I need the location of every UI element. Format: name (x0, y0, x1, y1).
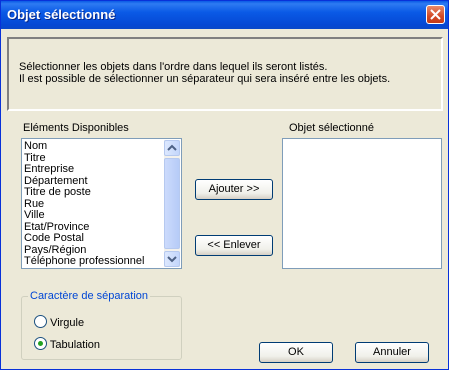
chevron-down-icon (167, 256, 177, 263)
close-button[interactable] (426, 5, 445, 24)
list-item[interactable]: Téléphone professionnel (24, 255, 144, 268)
cancel-button[interactable]: Annuler (355, 342, 429, 363)
available-items-list[interactable]: Nom Titre Entreprise Département Titre de po… (21, 138, 182, 269)
list-item[interactable]: Titre de poste (24, 186, 144, 199)
selected-items-list[interactable] (282, 138, 442, 269)
scroll-thumb[interactable] (164, 158, 180, 249)
separator-group-label: Caractère de séparation (28, 290, 151, 302)
title-bar[interactable]: Objet sélectionné (1, 1, 448, 29)
scroll-up-button[interactable] (164, 140, 180, 156)
selected-items-label: Objet sélectionné (289, 122, 374, 134)
list-item[interactable]: Nom (24, 140, 144, 153)
radio-label: Virgule (50, 317, 85, 329)
chevron-up-icon (167, 144, 177, 151)
info-line-1: Sélectionner les objets dans l'ordre dan… (19, 61, 328, 73)
ok-button[interactable]: OK (259, 342, 333, 363)
dialog-window: Objet sélectionné Sélectionner les objet… (0, 0, 449, 370)
radio-button[interactable] (34, 337, 47, 350)
radio-button[interactable] (34, 315, 47, 328)
radio-tabulation[interactable]: Tabulation (34, 337, 100, 351)
info-panel: Sélectionner les objets dans l'ordre dan… (7, 37, 443, 111)
close-icon (430, 9, 441, 20)
radio-label: Tabulation (49, 339, 101, 351)
scroll-down-button[interactable] (164, 251, 180, 267)
remove-button[interactable]: << Enlever (195, 235, 273, 256)
list-item[interactable]: Entreprise (24, 163, 144, 176)
list-item[interactable]: Ville (24, 209, 144, 222)
info-line-2: Il est possible de sélectionner un sépar… (19, 73, 391, 85)
list-item[interactable]: Code Postal (24, 232, 144, 245)
available-items-label: Eléments Disponibles (23, 122, 129, 134)
dialog-title: Objet sélectionné (7, 7, 116, 22)
add-button[interactable]: Ajouter >> (195, 179, 273, 200)
list-scrollbar[interactable] (164, 140, 180, 267)
radio-checked-dot (38, 341, 43, 346)
separator-group: Caractère de séparation Virgule Tabulati… (21, 290, 182, 360)
radio-virgule[interactable]: Virgule (34, 315, 84, 329)
